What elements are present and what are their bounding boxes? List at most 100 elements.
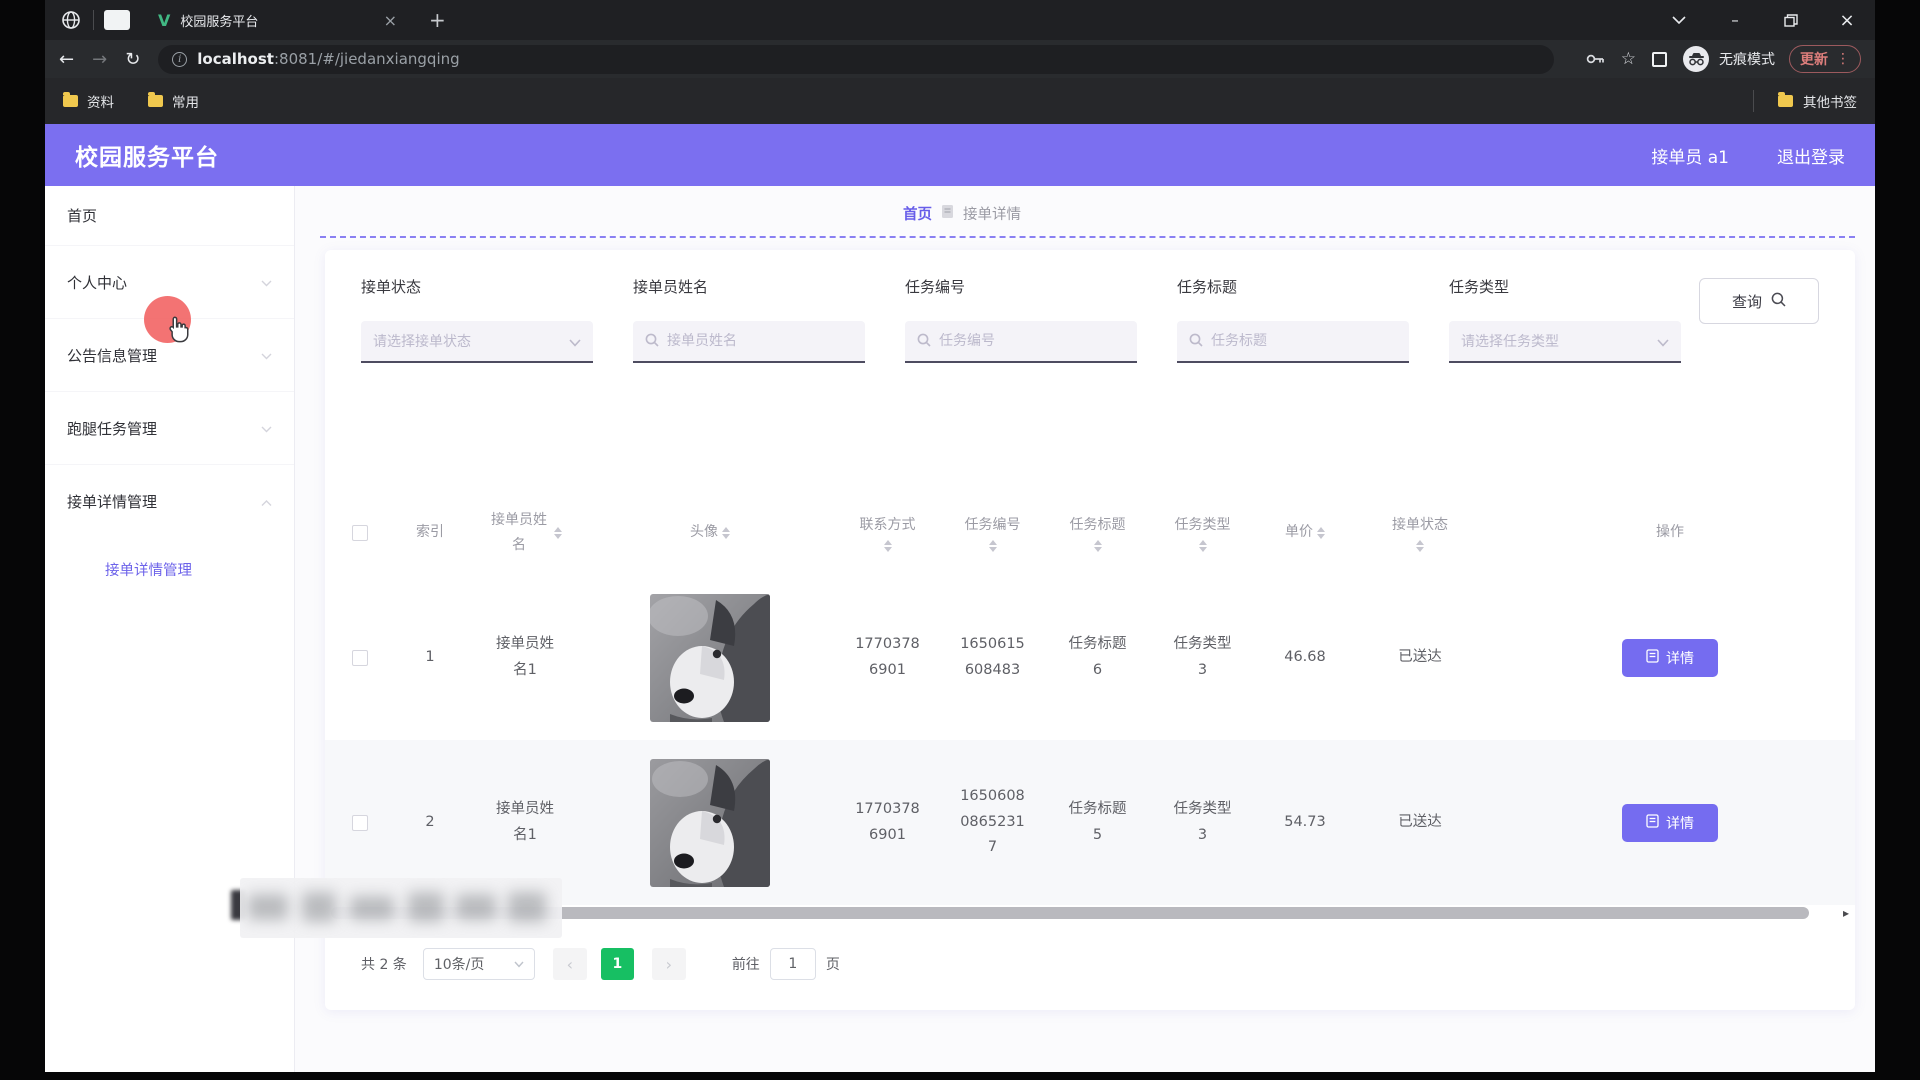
close-window-button[interactable]: × [1819, 0, 1875, 40]
cell-task-title: 任务标题5 [1045, 797, 1150, 848]
sidebar-item-order-details[interactable]: 接单详情管理 [45, 465, 294, 538]
avatar [650, 759, 770, 887]
main-content: 首页 接单详情 接单状态 请选择接单状态 接单员姓名 [295, 186, 1875, 1072]
goto-label: 前往 [732, 954, 760, 974]
filter-taker-name: 接单员姓名 [633, 276, 865, 363]
chevron-down-icon [1657, 332, 1669, 351]
sidebar-subitem-order-details[interactable]: 接单详情管理 [45, 538, 294, 600]
key-icon[interactable] [1586, 53, 1605, 65]
sort-icon[interactable] [884, 540, 892, 552]
browser-tab[interactable]: V 校园服务平台 × [148, 0, 413, 40]
select-all-checkbox[interactable] [352, 525, 368, 541]
cursor-click-indicator [144, 296, 191, 343]
document-icon [1646, 814, 1659, 831]
col-task-type[interactable]: 任务类型 [1150, 513, 1255, 552]
url-path: :8081/#/jiedanxiangqing [274, 50, 460, 68]
cell-index: 1 [395, 645, 465, 670]
browser-window: V 校园服务平台 × + – × ← → ↻ i localhost :8081… [45, 0, 1875, 1072]
sidebar-item-home[interactable]: 首页 [45, 186, 294, 246]
sidebar-item-errand-tasks[interactable]: 跑腿任务管理 [45, 392, 294, 465]
col-taker-name[interactable]: 接单员姓名 [465, 508, 585, 557]
prev-page-button[interactable]: ‹ [553, 948, 587, 980]
next-page-button[interactable]: › [652, 948, 686, 980]
chevron-down-icon [261, 419, 272, 437]
url-field[interactable]: i localhost :8081/#/jiedanxiangqing [158, 45, 1553, 74]
update-button[interactable]: 更新 ⋮ [1789, 45, 1861, 73]
sort-icon[interactable] [1317, 527, 1325, 539]
folder-icon [148, 95, 163, 107]
current-user-label[interactable]: 接单员 a1 [1651, 143, 1729, 168]
forward-icon[interactable]: → [92, 49, 107, 70]
col-status[interactable]: 接单状态 [1355, 513, 1485, 552]
hand-cursor-icon [164, 313, 194, 346]
app-title: 校园服务平台 [75, 138, 219, 172]
filter-bar: 接单状态 请选择接单状态 接单员姓名 任务 [361, 276, 1819, 388]
globe-icon[interactable] [59, 8, 83, 32]
table-header-row: 索引 接单员姓名 头像 联系方式 任务编号 任务标题 任务类型 单价 接单状态 … [325, 490, 1855, 575]
side-panel-icon[interactable] [1652, 52, 1667, 67]
bookmark-folder-changyong[interactable]: 常用 [148, 91, 199, 111]
task-number-input[interactable] [939, 333, 1125, 349]
row-checkbox[interactable] [352, 650, 368, 666]
scroll-right-icon[interactable]: ▸ [1843, 906, 1849, 920]
detail-button[interactable]: 详情 [1622, 639, 1718, 677]
col-task-number[interactable]: 任务编号 [940, 513, 1045, 552]
sort-icon[interactable] [1094, 540, 1102, 552]
bookmark-star-icon[interactable]: ☆ [1621, 49, 1636, 69]
new-tab-button[interactable]: + [429, 8, 446, 32]
col-index[interactable]: 索引 [395, 520, 465, 545]
cell-contact: 17703786901 [835, 632, 940, 683]
url-host: localhost [197, 50, 274, 68]
current-page-button[interactable]: 1 [601, 948, 634, 980]
restore-button[interactable] [1763, 0, 1819, 40]
more-menu-icon[interactable]: ⋮ [1836, 51, 1850, 67]
cell-task-number: 165060808652317 [940, 784, 1045, 860]
window-menu-chevron-icon[interactable] [1651, 0, 1707, 40]
orders-table: 索引 接单员姓名 头像 联系方式 任务编号 任务标题 任务类型 单价 接单状态 … [325, 490, 1855, 905]
detail-button[interactable]: 详情 [1622, 804, 1718, 842]
sort-icon[interactable] [989, 540, 997, 552]
col-actions: 操作 [1485, 520, 1855, 545]
folder-icon [63, 95, 78, 107]
cell-index: 2 [395, 810, 465, 835]
col-price[interactable]: 单价 [1255, 520, 1355, 545]
col-task-title[interactable]: 任务标题 [1045, 513, 1150, 552]
page-info-icon[interactable]: i [172, 52, 187, 67]
page-size-select[interactable]: 10条/页 [423, 948, 535, 980]
cell-task-number: 1650615608483 [940, 632, 1045, 683]
row-checkbox[interactable] [352, 815, 368, 831]
other-bookmarks[interactable]: 其他书签 [1753, 90, 1857, 112]
other-bookmarks-label: 其他书签 [1803, 91, 1857, 111]
task-type-select[interactable]: 请选择任务类型 [1449, 321, 1681, 363]
tab-bar: V 校园服务平台 × + – × [45, 0, 1875, 40]
logout-button[interactable]: 退出登录 [1777, 143, 1845, 168]
search-icon [645, 332, 659, 351]
taker-name-input[interactable] [667, 333, 853, 349]
tab-close-icon[interactable]: × [378, 11, 403, 30]
order-status-select[interactable]: 请选择接单状态 [361, 321, 593, 363]
bookmarks-bar: 资料 常用 其他书签 [45, 78, 1875, 124]
sort-icon[interactable] [554, 527, 562, 539]
blurred-watermark [240, 878, 562, 938]
document-icon [1646, 649, 1659, 666]
profile-thumbnail[interactable] [104, 10, 130, 30]
task-title-input[interactable] [1211, 333, 1397, 349]
window-controls: – × [1651, 0, 1875, 40]
sort-icon[interactable] [1416, 540, 1424, 552]
query-button[interactable]: 查询 [1699, 278, 1819, 324]
bookmark-folder-ziliao[interactable]: 资料 [63, 91, 114, 111]
app-header: 校园服务平台 接单员 a1 退出登录 [45, 124, 1875, 186]
sort-icon[interactable] [1199, 540, 1207, 552]
status-badge: 已送达 [1355, 810, 1485, 835]
dashed-divider [320, 236, 1855, 238]
sort-icon[interactable] [722, 527, 730, 539]
incognito-icon [1683, 46, 1709, 72]
minimize-button[interactable]: – [1707, 0, 1763, 40]
chevron-down-icon [261, 346, 272, 364]
col-avatar[interactable]: 头像 [585, 520, 835, 545]
goto-page-input[interactable] [770, 948, 816, 980]
back-icon[interactable]: ← [59, 49, 74, 70]
reload-icon[interactable]: ↻ [125, 49, 140, 70]
breadcrumb-home-link[interactable]: 首页 [903, 203, 932, 224]
col-contact[interactable]: 联系方式 [835, 513, 940, 552]
